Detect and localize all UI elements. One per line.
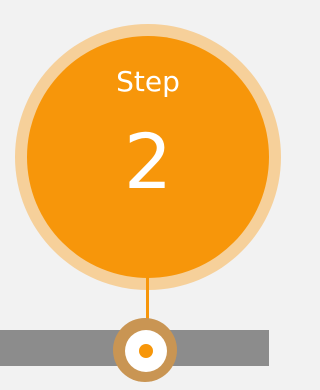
step-label: Step <box>116 65 180 98</box>
step-marker-dot <box>139 344 153 358</box>
step-number: 2 <box>123 117 173 206</box>
